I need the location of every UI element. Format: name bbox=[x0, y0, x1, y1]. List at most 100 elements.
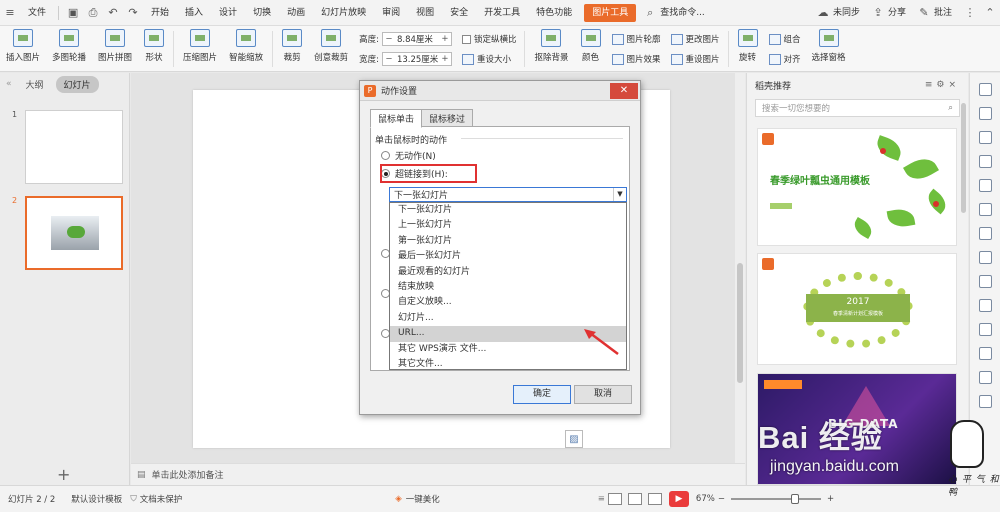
tab-design[interactable]: 设计 bbox=[211, 0, 245, 26]
dropdown-option[interactable]: 自定义放映... bbox=[390, 295, 626, 310]
menu-icon[interactable]: ≡ bbox=[3, 6, 17, 20]
zoom-level[interactable]: 67% bbox=[693, 494, 718, 504]
minus-icon[interactable]: − bbox=[383, 34, 395, 44]
plus-icon[interactable]: + bbox=[439, 34, 451, 44]
tab-security[interactable]: 安全 bbox=[442, 0, 476, 26]
shape-icon[interactable] bbox=[979, 203, 992, 216]
tab-mouse-click[interactable]: 鼠标单击 bbox=[370, 109, 423, 128]
slide-sorter-icon[interactable] bbox=[627, 493, 642, 505]
dropdown-option[interactable]: 其它文件... bbox=[390, 357, 626, 372]
selection-pane-button[interactable]: 选择窗格 bbox=[806, 29, 852, 69]
dropdown-option[interactable]: 最近观看的幻灯片 bbox=[390, 265, 626, 280]
zoom-in-icon[interactable]: + bbox=[827, 494, 834, 504]
picture-outline-button[interactable]: 图片轮廓 bbox=[611, 31, 661, 47]
zoom-slider-knob[interactable] bbox=[790, 494, 799, 504]
multi-outline-button[interactable]: 多图轮播 bbox=[46, 29, 92, 69]
print-icon[interactable]: ⎙ bbox=[86, 6, 100, 20]
reading-view-icon[interactable] bbox=[647, 493, 662, 505]
tab-animation[interactable]: 动画 bbox=[279, 0, 313, 26]
save-icon[interactable]: ▣ bbox=[66, 6, 80, 20]
reset-picture-button[interactable]: 重设图片 bbox=[670, 51, 720, 67]
zoom-out-icon[interactable]: − bbox=[718, 494, 725, 504]
canvas-scrollbar[interactable] bbox=[735, 73, 745, 463]
combine-button[interactable]: 组合 bbox=[768, 31, 801, 47]
help-icon[interactable] bbox=[979, 395, 992, 408]
sync-status[interactable]: 未同步 bbox=[833, 0, 868, 26]
template-name[interactable]: 默认设计模板 bbox=[63, 493, 130, 505]
dropdown-option[interactable]: 上一张幻灯片 bbox=[390, 218, 626, 233]
picture-effect-button[interactable]: 图片效果 bbox=[611, 51, 661, 67]
outline-icon[interactable] bbox=[979, 179, 992, 192]
search-icon[interactable]: ⌕ bbox=[948, 103, 953, 113]
collapse-panel-icon[interactable]: « bbox=[6, 79, 12, 89]
cancel-button[interactable]: 取消 bbox=[574, 385, 632, 404]
ok-button[interactable]: 确定 bbox=[513, 385, 571, 404]
minus-icon[interactable]: − bbox=[383, 54, 395, 64]
color-button[interactable]: 颜色 bbox=[575, 29, 607, 69]
picture-icon[interactable] bbox=[979, 227, 992, 240]
animation-icon[interactable] bbox=[979, 107, 992, 120]
tab-view[interactable]: 视图 bbox=[408, 0, 442, 26]
radio-no-action[interactable] bbox=[381, 151, 390, 160]
smart-scale-button[interactable]: 智能缩放 bbox=[223, 29, 269, 69]
rotate-button[interactable]: 旋转 bbox=[732, 29, 764, 69]
share-button[interactable]: 分享 bbox=[888, 0, 914, 26]
tab-features[interactable]: 特色功能 bbox=[528, 0, 580, 26]
width-input[interactable]: −13.25厘米 + bbox=[381, 52, 452, 66]
template-icon[interactable] bbox=[979, 155, 992, 168]
template-card[interactable]: BIG DATA bbox=[757, 373, 957, 485]
hyperlink-target-select[interactable]: 下一张幻灯片 ▼ bbox=[389, 187, 627, 202]
tab-slideshow[interactable]: 幻灯片放映 bbox=[313, 0, 374, 26]
dropdown-option[interactable]: 第一张幻灯片 bbox=[390, 234, 626, 249]
notes-toggle-icon[interactable]: ≡ bbox=[598, 494, 605, 504]
tab-transition[interactable]: 切换 bbox=[245, 0, 279, 26]
add-slide-button[interactable]: + bbox=[57, 465, 70, 484]
picture-collage-button[interactable]: 图片拼图 bbox=[92, 29, 138, 69]
file-menu[interactable]: 文件 bbox=[20, 0, 54, 26]
transition-icon[interactable] bbox=[979, 251, 992, 264]
dropdown-option[interactable]: 最后一张幻灯片 bbox=[390, 249, 626, 264]
redo-icon[interactable]: ↷ bbox=[126, 6, 140, 20]
comment-button[interactable]: 批注 bbox=[934, 0, 960, 26]
tab-outline[interactable]: 大纲 bbox=[18, 76, 52, 93]
plus-icon[interactable]: + bbox=[439, 54, 451, 64]
close-icon[interactable]: ✕ bbox=[610, 82, 638, 99]
dialog-title-bar[interactable]: P 动作设置 ✕ bbox=[360, 81, 640, 101]
tab-insert[interactable]: 插入 bbox=[177, 0, 211, 26]
play-slideshow-button[interactable]: ▶ bbox=[668, 491, 689, 507]
tab-developer[interactable]: 开发工具 bbox=[476, 0, 528, 26]
picture-options-icon[interactable]: ▨ bbox=[565, 430, 583, 448]
height-input[interactable]: −8.84厘米 + bbox=[381, 32, 452, 46]
shape-button[interactable]: 形状 bbox=[138, 29, 170, 69]
chart-icon[interactable] bbox=[979, 299, 992, 312]
style-icon[interactable] bbox=[979, 83, 992, 96]
one-click-beautify-button[interactable]: 一键美化 bbox=[402, 493, 448, 505]
tab-home[interactable]: 开始 bbox=[143, 0, 177, 26]
chevron-down-icon[interactable]: ▼ bbox=[613, 188, 626, 201]
lock-ratio-checkbox[interactable]: 锁定纵横比 bbox=[461, 31, 516, 47]
dropdown-option[interactable]: 结束放映 bbox=[390, 280, 626, 295]
property-icon[interactable] bbox=[979, 131, 992, 144]
creative-crop-button[interactable]: 创意裁剪 bbox=[308, 29, 354, 69]
panel-controls-icon[interactable]: ≡⚙× bbox=[925, 80, 960, 90]
scrollbar-thumb[interactable] bbox=[961, 103, 966, 213]
slide-thumbnail-1[interactable] bbox=[25, 110, 123, 184]
undo-icon[interactable]: ↶ bbox=[106, 6, 120, 20]
backup-icon[interactable] bbox=[979, 371, 992, 384]
dropdown-option[interactable]: 幻灯片... bbox=[390, 311, 626, 326]
table-icon[interactable] bbox=[979, 275, 992, 288]
template-card[interactable]: 春季绿叶瓢虫通用模板 bbox=[757, 128, 957, 246]
share-icon[interactable] bbox=[979, 347, 992, 360]
align-button[interactable]: 对齐 bbox=[768, 51, 801, 67]
insert-picture-button[interactable]: 插入图片 bbox=[0, 29, 46, 69]
zoom-slider[interactable] bbox=[730, 494, 821, 504]
tab-review[interactable]: 审阅 bbox=[374, 0, 408, 26]
change-picture-button[interactable]: 更改图片 bbox=[670, 31, 720, 47]
notes-bar[interactable]: ▤ 单击此处添加备注 bbox=[131, 463, 745, 485]
media-icon[interactable] bbox=[979, 323, 992, 336]
template-scrollbar[interactable] bbox=[960, 97, 967, 477]
dropdown-option[interactable]: 下一张幻灯片 bbox=[390, 203, 626, 218]
normal-view-icon[interactable] bbox=[607, 493, 622, 505]
remove-background-button[interactable]: 抠除背景 bbox=[528, 29, 574, 69]
template-search-input[interactable]: 搜索一切您想要的 ⌕ bbox=[755, 99, 960, 117]
